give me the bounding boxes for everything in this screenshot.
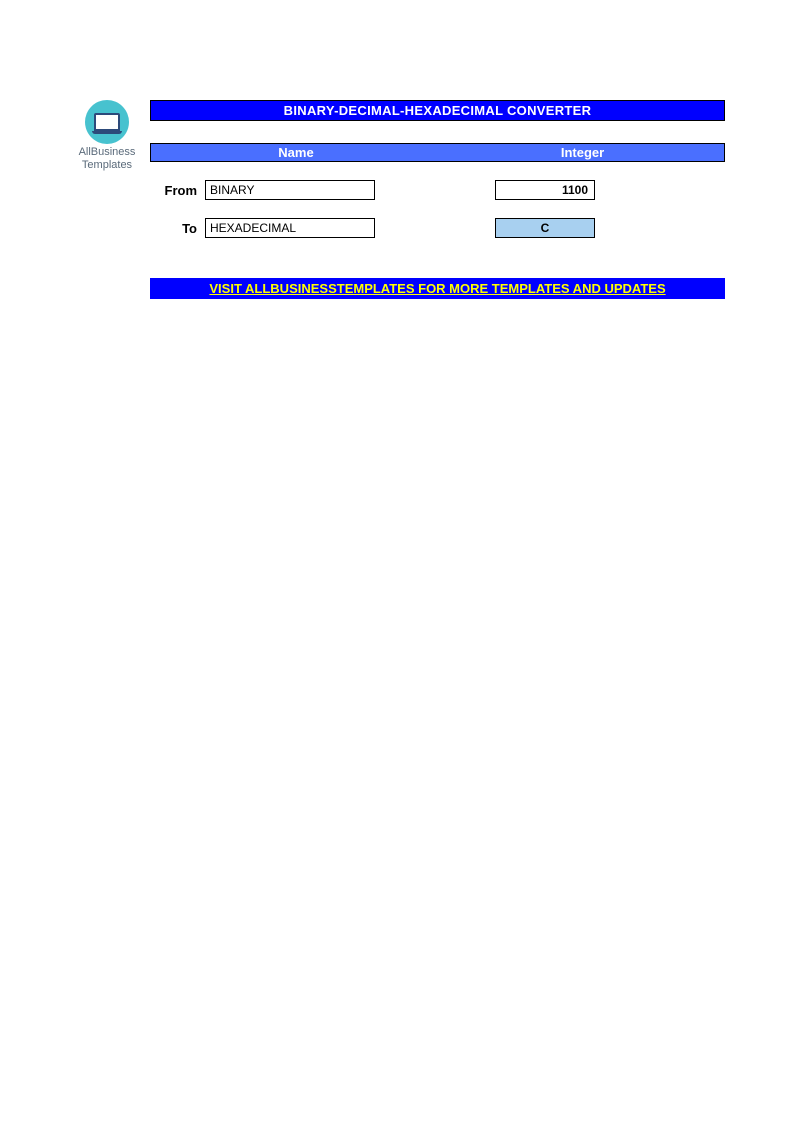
- from-label: From: [150, 183, 205, 198]
- logo: AllBusiness Templates: [78, 100, 136, 171]
- header-name: Name: [151, 144, 441, 161]
- to-label: To: [150, 221, 205, 236]
- from-name-input[interactable]: BINARY: [205, 180, 375, 200]
- to-name-input[interactable]: HEXADECIMAL: [205, 218, 375, 238]
- row-to: To HEXADECIMAL C: [150, 218, 725, 238]
- logo-circle: [85, 100, 129, 144]
- from-integer-input[interactable]: 1100: [495, 180, 595, 200]
- table-header: Name Integer: [150, 143, 725, 162]
- to-integer-output: C: [495, 218, 595, 238]
- header-integer: Integer: [441, 144, 724, 161]
- visit-link[interactable]: VISIT ALLBUSINESSTEMPLATES FOR MORE TEMP…: [150, 278, 725, 299]
- page-title: BINARY-DECIMAL-HEXADECIMAL CONVERTER: [150, 100, 725, 121]
- logo-text-line1: AllBusiness: [78, 146, 136, 159]
- logo-text-line2: Templates: [78, 159, 136, 172]
- row-from: From BINARY 1100: [150, 180, 725, 200]
- laptop-icon: [94, 113, 120, 131]
